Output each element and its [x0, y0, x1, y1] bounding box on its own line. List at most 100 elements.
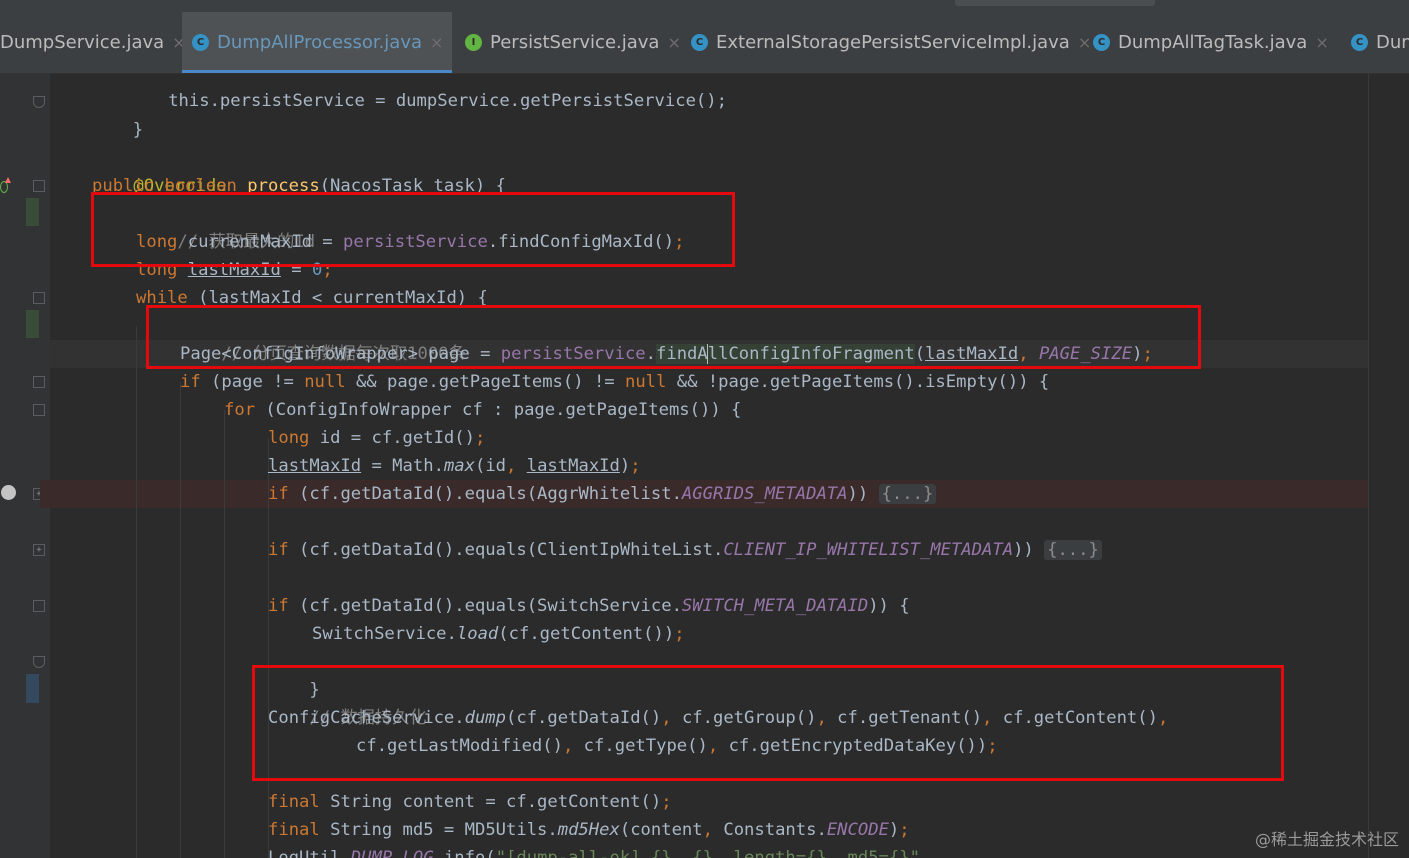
constant: ENCODE	[826, 820, 889, 840]
code-line: if (cf.getDataId().equals(SwitchService.…	[268, 592, 910, 620]
code-text: ))	[1013, 540, 1045, 560]
static-method: load	[456, 624, 499, 644]
breakpoint-icon[interactable]	[1, 485, 16, 500]
semicolon: ;	[674, 624, 685, 644]
fold-icon[interactable]	[33, 376, 45, 388]
class-icon: C	[1093, 34, 1110, 51]
code-text: (cf.getDataId().equals(ClientIpWhiteList…	[288, 540, 724, 560]
tab-externalstoragepersistserviceimpl[interactable]: C ExternalStoragePersistServiceImpl.java…	[681, 12, 1091, 73]
vcs-change-marker[interactable]	[26, 198, 39, 226]
close-icon[interactable]: ×	[1315, 33, 1328, 52]
constant: SWITCH_META_DATAID	[681, 596, 869, 616]
folded-block[interactable]: {...}	[878, 484, 937, 504]
semicolon: ;	[474, 428, 486, 448]
code-line: }	[50, 88, 143, 140]
code-line: final String md5 = MD5Utils.md5Hex(conte…	[268, 816, 910, 844]
fold-icon[interactable]	[33, 404, 45, 416]
code-text: (ConfigInfoWrapper cf : page.getPageItem…	[255, 400, 742, 420]
watermark: @稀土掘金技术社区	[1254, 830, 1399, 849]
code-text: )) {	[868, 596, 910, 616]
code-text: (id	[474, 456, 507, 476]
tab-label: DumpService.java	[0, 32, 165, 53]
constant: DUMP_LOG	[350, 848, 434, 858]
fold-end-icon[interactable]	[33, 96, 45, 108]
code-text: = Math.	[361, 456, 444, 476]
comma: ,	[702, 820, 724, 840]
class-icon: C	[1351, 34, 1368, 51]
editor-tab-bar: DumpService.java × C DumpAllProcessor.ja…	[0, 0, 1409, 74]
indent-guide	[136, 326, 137, 858]
code-line: @Override	[92, 144, 226, 196]
vcs-change-marker[interactable]	[26, 674, 39, 703]
code-text: Constants.	[723, 820, 827, 840]
code-text: id = cf.getId()	[309, 428, 475, 448]
variable: lastMaxId	[268, 456, 362, 476]
keyword: for	[224, 400, 256, 420]
static-method: md5Hex	[557, 820, 620, 840]
tab-dumpallprocessor[interactable]: C DumpAllProcessor.java ×	[182, 12, 452, 73]
close-icon[interactable]: ×	[430, 33, 443, 52]
tab-label: ExternalStoragePersistServiceImpl.java	[716, 32, 1070, 53]
tab-label: DumpAllProcessor.java	[217, 32, 423, 53]
fold-expand-icon[interactable]: +	[33, 544, 45, 556]
semicolon: ;	[899, 820, 910, 840]
indent-guide	[180, 382, 181, 858]
code-line: final String content = cf.getContent();	[268, 788, 672, 816]
code-text: && page.getPageItems() !=	[345, 372, 625, 392]
highlight-box-max-id	[91, 192, 735, 267]
code-line: for (ConfigInfoWrapper cf : page.getPage…	[224, 396, 741, 424]
tab-label: Dum	[1376, 32, 1409, 53]
comma: ,	[506, 456, 527, 476]
code-text: LogUtil.	[268, 848, 351, 858]
class-icon: C	[691, 34, 708, 51]
string-literal: "[dump-all-ok] {}, {}, length={}, md5={}…	[495, 848, 920, 858]
override-method-icon[interactable]	[0, 177, 11, 193]
tab-dumpalltagtask[interactable]: C DumpAllTagTask.java ×	[1083, 12, 1343, 73]
code-text: SwitchService.	[312, 624, 457, 644]
code-text: ))	[847, 484, 879, 504]
plus-icon: +	[36, 545, 42, 555]
keyword: long	[268, 428, 310, 448]
code-line: long id = cf.getId();	[268, 424, 485, 452]
semicolon: ;	[630, 456, 641, 476]
class-icon: C	[192, 34, 209, 51]
tab-dumpservice[interactable]: DumpService.java ×	[0, 12, 186, 73]
tab-persistservice[interactable]: I PersistService.java ×	[455, 12, 681, 73]
keyword: final	[268, 820, 320, 840]
constant: CLIENT_IP_WHITELIST_METADATA	[723, 540, 1014, 560]
highlight-box-paged-query	[146, 305, 1201, 369]
code-text: )	[619, 456, 631, 476]
toolbar-strip	[955, 0, 1155, 6]
fold-icon[interactable]	[33, 292, 45, 304]
code-text: this.persistService = dumpService.getPer…	[85, 91, 727, 111]
keyword: final	[268, 792, 320, 812]
code-line: if (page != null && page.getPageItems() …	[180, 368, 1049, 396]
keyword: null	[304, 372, 346, 392]
keyword: null	[624, 372, 667, 392]
right-margin-guide	[1368, 74, 1369, 858]
keyword: if	[268, 540, 289, 560]
keyword: if	[268, 484, 289, 504]
code-line: this.persistService = dumpService.getPer…	[50, 74, 727, 111]
tab-truncated[interactable]: C Dum	[1341, 12, 1409, 73]
vcs-change-marker[interactable]	[26, 310, 39, 338]
close-icon[interactable]: ×	[667, 33, 680, 52]
fold-icon[interactable]	[33, 180, 45, 192]
code-text: String md5 = MD5Utils.	[319, 820, 558, 840]
code-line: if (cf.getDataId().equals(ClientIpWhiteL…	[268, 536, 1102, 564]
static-method: max	[443, 456, 475, 476]
fold-end-icon[interactable]	[33, 656, 45, 668]
code-text: }	[91, 120, 144, 140]
variable: lastMaxId	[526, 456, 620, 476]
tab-label: DumpAllTagTask.java	[1118, 32, 1308, 53]
code-line: lastMaxId = Math.max(id, lastMaxId);	[268, 452, 641, 480]
folded-block[interactable]: {...}	[1044, 540, 1102, 560]
code-line: LogUtil.DUMP_LOG.info("[dump-all-ok] {},…	[268, 844, 920, 858]
code-text: && !page.getPageItems().isEmpty()) {	[666, 372, 1050, 392]
semicolon: ;	[661, 792, 672, 812]
fold-icon[interactable]	[33, 600, 45, 612]
indent-guide	[224, 410, 225, 858]
code-line: if (cf.getDataId().equals(AggrWhitelist.…	[268, 480, 937, 508]
code-text: (content	[619, 820, 703, 840]
tab-label: PersistService.java	[490, 32, 660, 53]
